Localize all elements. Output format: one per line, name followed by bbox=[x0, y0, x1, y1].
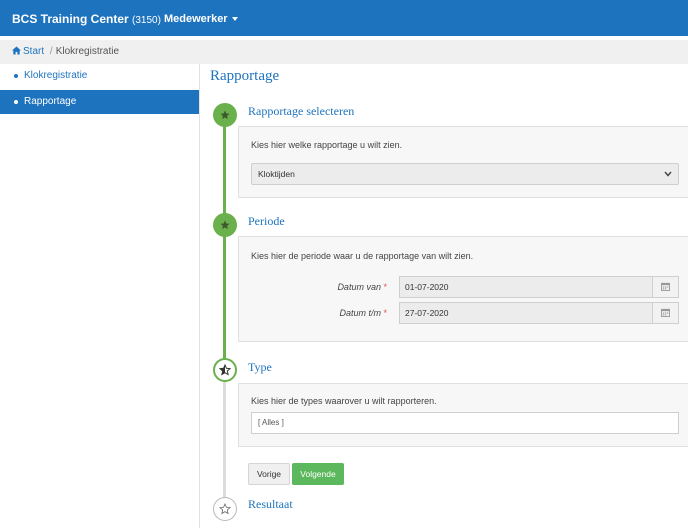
step-description: Kies hier welke rapportage u wilt zien. bbox=[251, 140, 403, 150]
rapportage-select-value: Kloktijden bbox=[258, 169, 295, 179]
datum-van-input[interactable]: 01-07-2020 bbox=[399, 276, 679, 298]
brand-name[interactable]: BCS Training Center bbox=[12, 12, 129, 26]
sidebar-item-label[interactable]: Rapportage bbox=[24, 96, 76, 107]
step-title-periode: Periode bbox=[248, 214, 285, 228]
step-status-done bbox=[213, 213, 237, 237]
star-icon bbox=[220, 220, 230, 230]
calendar-icon bbox=[661, 308, 670, 317]
datum-van-label: Datum van * bbox=[247, 282, 387, 292]
sidebar-item-rapportage[interactable]: Rapportage bbox=[0, 90, 199, 114]
step-status-todo bbox=[213, 497, 237, 521]
datum-tm-label-text: Datum t/m bbox=[339, 308, 381, 318]
step-title-resultaat: Resultaat bbox=[248, 497, 293, 511]
caret-down-icon bbox=[231, 17, 238, 22]
chevron-down-icon bbox=[664, 171, 672, 177]
step-panel-periode: Kies hier de periode waar u de rapportag… bbox=[238, 236, 688, 342]
breadcrumb-current: Klokregistratie bbox=[55, 46, 120, 57]
bullet-icon bbox=[14, 100, 18, 104]
calendar-icon bbox=[661, 282, 670, 291]
required-mark: * bbox=[383, 282, 387, 292]
datum-van-label-text: Datum van bbox=[337, 282, 381, 292]
breadcrumb: Start / Klokregistratie bbox=[0, 40, 688, 64]
step-connector-line bbox=[223, 380, 226, 498]
datum-van-value: 01-07-2020 bbox=[405, 282, 449, 292]
page-title: Rapportage bbox=[210, 68, 280, 84]
star-icon bbox=[220, 110, 230, 120]
breadcrumb-home-link[interactable]: Start bbox=[12, 46, 47, 57]
type-select-input[interactable]: [ Alles ] bbox=[251, 412, 679, 434]
step-title-rapportage-selecteren: Rapportage selecteren bbox=[248, 104, 355, 118]
step-description: Kies hier de periode waar u de rapportag… bbox=[251, 251, 474, 261]
required-mark: * bbox=[383, 308, 387, 318]
top-navbar: BCS Training Center (3150) Medewerker bbox=[0, 0, 688, 36]
brand-code: (3150) bbox=[132, 15, 161, 26]
step-status-done bbox=[213, 103, 237, 127]
step-panel-type: Kies hier de types waarover u wilt rappo… bbox=[238, 383, 688, 447]
step-description: Kies hier de types waarover u wilt rappo… bbox=[251, 396, 437, 406]
datum-tm-label: Datum t/m * bbox=[247, 308, 387, 318]
step-title-type: Type bbox=[248, 360, 272, 374]
home-icon bbox=[12, 46, 21, 55]
breadcrumb-home-label[interactable]: Start bbox=[23, 46, 44, 57]
sidebar-item-label[interactable]: Klokregistratie bbox=[24, 70, 87, 81]
bullet-icon bbox=[14, 74, 18, 78]
previous-button[interactable]: Vorige bbox=[248, 463, 290, 485]
sidebar: Klokregistratie Rapportage bbox=[0, 64, 200, 528]
datum-tm-value: 27-07-2020 bbox=[405, 308, 449, 318]
star-half-icon bbox=[219, 364, 231, 376]
star-outline-icon bbox=[219, 503, 231, 515]
step-connector-line bbox=[223, 112, 226, 366]
datum-tm-calendar-button[interactable] bbox=[652, 303, 678, 323]
type-select-value: [ Alles ] bbox=[258, 418, 284, 427]
step-status-current bbox=[213, 358, 237, 382]
user-menu-label[interactable]: Medewerker bbox=[164, 13, 228, 25]
brand[interactable]: BCS Training Center (3150) bbox=[12, 0, 161, 36]
rapportage-select[interactable]: Kloktijden bbox=[251, 163, 679, 185]
datum-van-calendar-button[interactable] bbox=[652, 277, 678, 297]
next-button[interactable]: Volgende bbox=[292, 463, 344, 485]
sidebar-item-klokregistratie[interactable]: Klokregistratie bbox=[0, 64, 199, 88]
datum-tm-input[interactable]: 27-07-2020 bbox=[399, 302, 679, 324]
breadcrumb-separator: / bbox=[49, 46, 53, 57]
user-menu-dropdown[interactable]: Medewerker bbox=[164, 0, 238, 36]
step-panel-rapportage: Kies hier welke rapportage u wilt zien. … bbox=[238, 126, 688, 198]
